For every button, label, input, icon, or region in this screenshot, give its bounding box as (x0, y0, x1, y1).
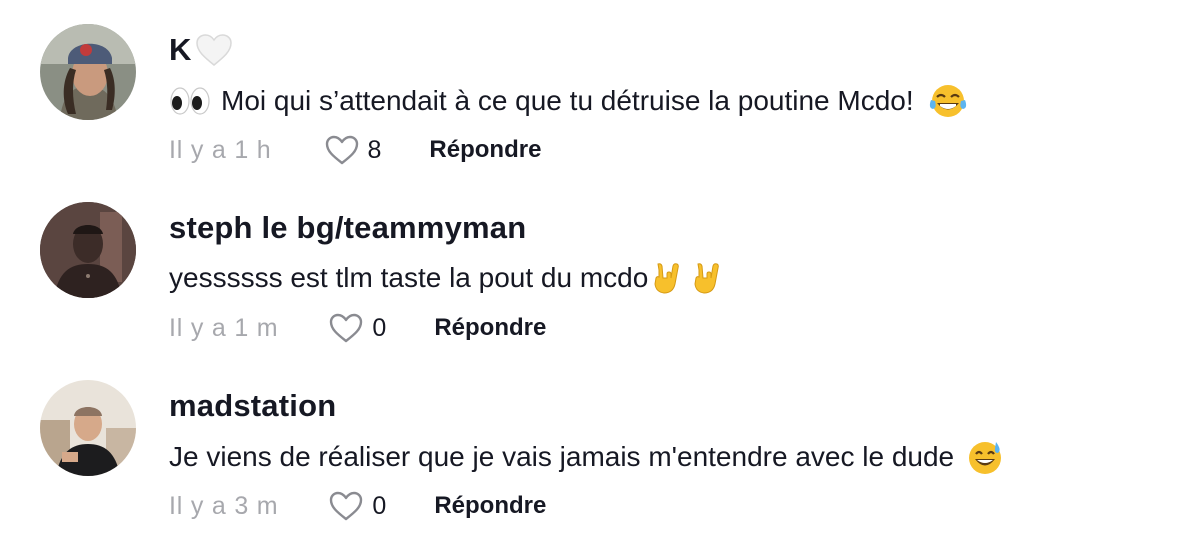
like-count: 0 (372, 491, 387, 520)
eyes-icon (169, 83, 213, 119)
avatar[interactable] (40, 380, 136, 476)
like-count: 0 (372, 313, 387, 342)
comment-item: K Moi qui s’attendait à ce que tu détrui… (0, 24, 1178, 194)
username-text: K (169, 32, 192, 67)
comment-text: yessssss est tlm taste la pout du mcdo (169, 260, 726, 296)
comment-username[interactable]: K (169, 32, 234, 68)
comment-meta: Il y a 1 h 8 Répondre (169, 132, 541, 168)
heart-outline-icon (330, 313, 363, 343)
comment-text: Je viens de réaliser que je vais jamais … (169, 438, 1004, 476)
heart-outline-icon (330, 491, 363, 521)
comment-meta: Il y a 3 m 0 Répondre (169, 488, 546, 524)
reply-button[interactable]: Répondre (429, 136, 541, 164)
comment-meta: Il y a 1 m 0 Répondre (169, 310, 546, 346)
rock-on-hand-icon (690, 260, 726, 296)
comment-username[interactable]: madstation (169, 388, 336, 424)
comment-text: Moi qui s’attendait à ce que tu détruise… (169, 82, 968, 120)
username-text: madstation (169, 388, 337, 423)
heart-outline-icon (325, 135, 358, 165)
like-count: 8 (367, 135, 382, 164)
comment-time: Il y a 1 h (169, 135, 272, 164)
comment-body: Moi qui s’attendait à ce que tu détruise… (221, 85, 914, 116)
comment-time: Il y a 3 m (169, 491, 279, 520)
like-button[interactable]: 0 (328, 312, 386, 344)
comment-item: madstation Je viens de réaliser que je v… (0, 380, 1178, 550)
avatar[interactable] (40, 202, 136, 298)
like-button[interactable]: 8 (324, 134, 382, 166)
tears-of-joy-icon (928, 82, 968, 120)
reply-button[interactable]: Répondre (434, 314, 546, 342)
rock-on-hand-icon (650, 260, 686, 296)
comment-username[interactable]: steph le bg/teammyman (169, 210, 526, 246)
reply-button[interactable]: Répondre (434, 492, 546, 520)
comment-item: steph le bg/teammyman yessssss est tlm t… (0, 202, 1178, 372)
comment-body: Je viens de réaliser que je vais jamais … (169, 441, 955, 472)
comment-time: Il y a 1 m (169, 313, 279, 342)
like-button[interactable]: 0 (328, 490, 386, 522)
white-heart-icon (194, 32, 234, 68)
avatar[interactable] (40, 24, 136, 120)
grinning-sweat-icon (966, 438, 1004, 476)
username-text: steph le bg/teammyman (169, 210, 527, 245)
comment-body: yessssss est tlm taste la pout du mcdo (169, 262, 649, 293)
